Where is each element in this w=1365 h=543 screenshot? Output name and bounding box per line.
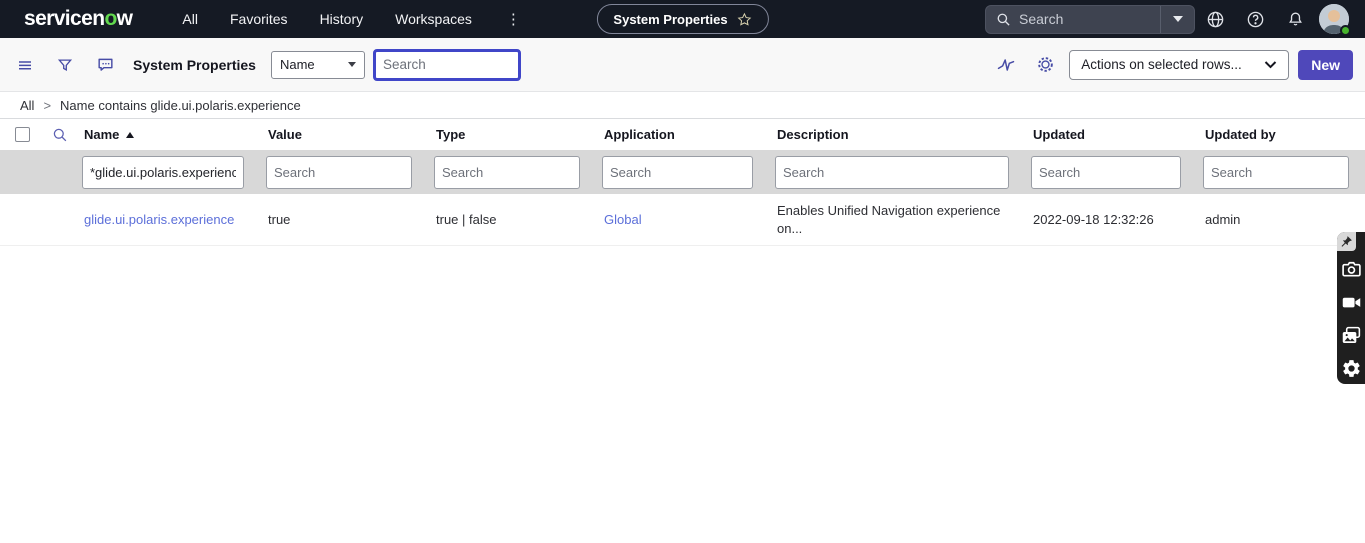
chat-icon — [98, 58, 113, 71]
column-header-updated-by[interactable]: Updated by — [1197, 119, 1365, 150]
star-icon[interactable] — [737, 12, 752, 27]
chevron-down-icon — [1264, 61, 1277, 69]
filter-button[interactable] — [56, 56, 74, 74]
cell-updated: 2022-09-18 12:32:26 — [1025, 194, 1197, 247]
gallery-button[interactable] — [1340, 324, 1362, 346]
chat-button[interactable] — [96, 55, 115, 74]
column-header-type[interactable]: Type — [428, 119, 596, 150]
globe-button[interactable] — [1195, 0, 1235, 38]
cell-application: Global — [596, 194, 769, 247]
nav-item-history[interactable]: History — [304, 11, 380, 27]
cell-name: glide.ui.polaris.experience — [76, 194, 260, 247]
sort-ascending-icon — [126, 131, 135, 138]
logo-accent-o: o — [104, 7, 117, 30]
camera-icon — [1341, 261, 1361, 277]
actions-select-value: Actions on selected rows... — [1081, 57, 1242, 72]
video-icon — [1342, 297, 1360, 307]
filter-cell-value — [260, 150, 428, 194]
select-all-cell — [0, 119, 44, 150]
nav-item-all[interactable]: All — [166, 11, 214, 27]
servicenow-logo[interactable]: servicenow — [24, 7, 133, 31]
presence-dot — [1340, 25, 1351, 36]
capture-settings-button[interactable] — [1340, 357, 1362, 379]
gear-icon — [1342, 359, 1360, 377]
column-header-value[interactable]: Value — [260, 119, 428, 150]
gear-icon — [1038, 57, 1053, 72]
filter-input-updated-by[interactable] — [1203, 155, 1349, 189]
record-button[interactable] — [1340, 291, 1362, 313]
list-insights-button[interactable] — [996, 55, 1016, 75]
row-spacer-cell — [44, 194, 76, 247]
list-settings-button[interactable] — [1036, 55, 1055, 74]
breadcrumb-all[interactable]: All — [20, 98, 34, 113]
menu-icon — [19, 60, 31, 69]
filter-cell-type — [428, 150, 596, 194]
search-scope-toggle[interactable] — [1161, 6, 1194, 33]
filter-row-spacer — [0, 150, 44, 194]
pin-button[interactable] — [1337, 232, 1356, 251]
column-header-application[interactable]: Application — [596, 119, 769, 150]
cell-type: true | false — [428, 194, 596, 247]
filter-input-application[interactable] — [602, 155, 753, 189]
list-title: System Properties — [133, 56, 256, 73]
filter-input-name[interactable] — [82, 155, 244, 189]
context-pill[interactable]: System Properties — [596, 4, 769, 34]
nav-right-cluster — [985, 0, 1355, 38]
avatar[interactable] — [1319, 4, 1351, 36]
filter-input-description[interactable] — [775, 155, 1009, 189]
search-field-value: Name — [279, 57, 315, 72]
nav-item-favorites[interactable]: Favorites — [214, 11, 304, 27]
capture-toolbar — [1337, 232, 1365, 384]
filter-cell-updated — [1025, 150, 1197, 194]
list-toolbar: System Properties Name Actions on select… — [0, 38, 1365, 92]
search-icon — [53, 128, 67, 141]
logo-text: servicen — [24, 7, 105, 30]
cell-value: true — [260, 194, 428, 247]
filter-row-spacer — [44, 150, 76, 194]
global-search-input[interactable] — [1019, 11, 1147, 27]
pin-icon — [1341, 236, 1352, 247]
filter-cell-updated-by — [1197, 150, 1365, 194]
screenshot-button[interactable] — [1340, 258, 1362, 280]
help-button[interactable] — [1235, 0, 1275, 38]
column-header-name[interactable]: Name — [76, 119, 260, 150]
new-button[interactable]: New — [1298, 49, 1353, 80]
cell-description: Enables Unified Navigation experience on… — [769, 194, 1025, 247]
column-header-updated[interactable]: Updated — [1025, 119, 1197, 150]
breadcrumb: All > Name contains glide.ui.polaris.exp… — [0, 92, 1365, 119]
breadcrumb-separator: > — [43, 97, 52, 113]
column-header-description[interactable]: Description — [769, 119, 1025, 150]
breadcrumb-filter[interactable]: Name contains glide.ui.polaris.experienc… — [60, 98, 301, 113]
filter-input-updated[interactable] — [1031, 155, 1181, 189]
list-search-input[interactable] — [372, 48, 521, 81]
filter-cell-description — [769, 150, 1025, 194]
global-search[interactable] — [985, 4, 1195, 34]
pulse-icon — [997, 58, 1015, 71]
chevron-down-icon — [1172, 16, 1183, 22]
filter-cell-name — [76, 150, 260, 194]
nav-item-workspaces[interactable]: Workspaces — [379, 11, 488, 27]
context-pill-label: System Properties — [613, 11, 728, 27]
actions-select[interactable]: Actions on selected rows... — [1069, 49, 1290, 80]
notifications-button[interactable] — [1275, 0, 1315, 38]
more-vertical-icon[interactable]: ⋮ — [500, 10, 527, 28]
search-icon — [996, 12, 1011, 27]
record-link[interactable]: glide.ui.polaris.experience — [84, 212, 234, 227]
search-field-select[interactable]: Name — [270, 50, 365, 79]
row-checkbox-cell — [0, 194, 44, 247]
column-search-toggle[interactable] — [44, 119, 76, 150]
images-icon — [1342, 326, 1360, 343]
application-link[interactable]: Global — [604, 212, 642, 227]
select-all-checkbox[interactable] — [15, 127, 30, 142]
funnel-icon — [57, 58, 73, 71]
menu-button[interactable] — [16, 56, 34, 74]
top-nav: servicenow All Favorites History Workspa… — [0, 0, 1365, 38]
filter-input-value[interactable] — [266, 155, 412, 189]
toolbar-right-cluster: Actions on selected rows... New — [996, 49, 1365, 80]
filter-cell-application — [596, 150, 769, 194]
filter-input-type[interactable] — [434, 155, 580, 189]
list-table: Name Value Type Application Description … — [0, 119, 1365, 247]
chevron-down-icon — [347, 62, 356, 67]
primary-nav: All Favorites History Workspaces — [166, 11, 487, 27]
